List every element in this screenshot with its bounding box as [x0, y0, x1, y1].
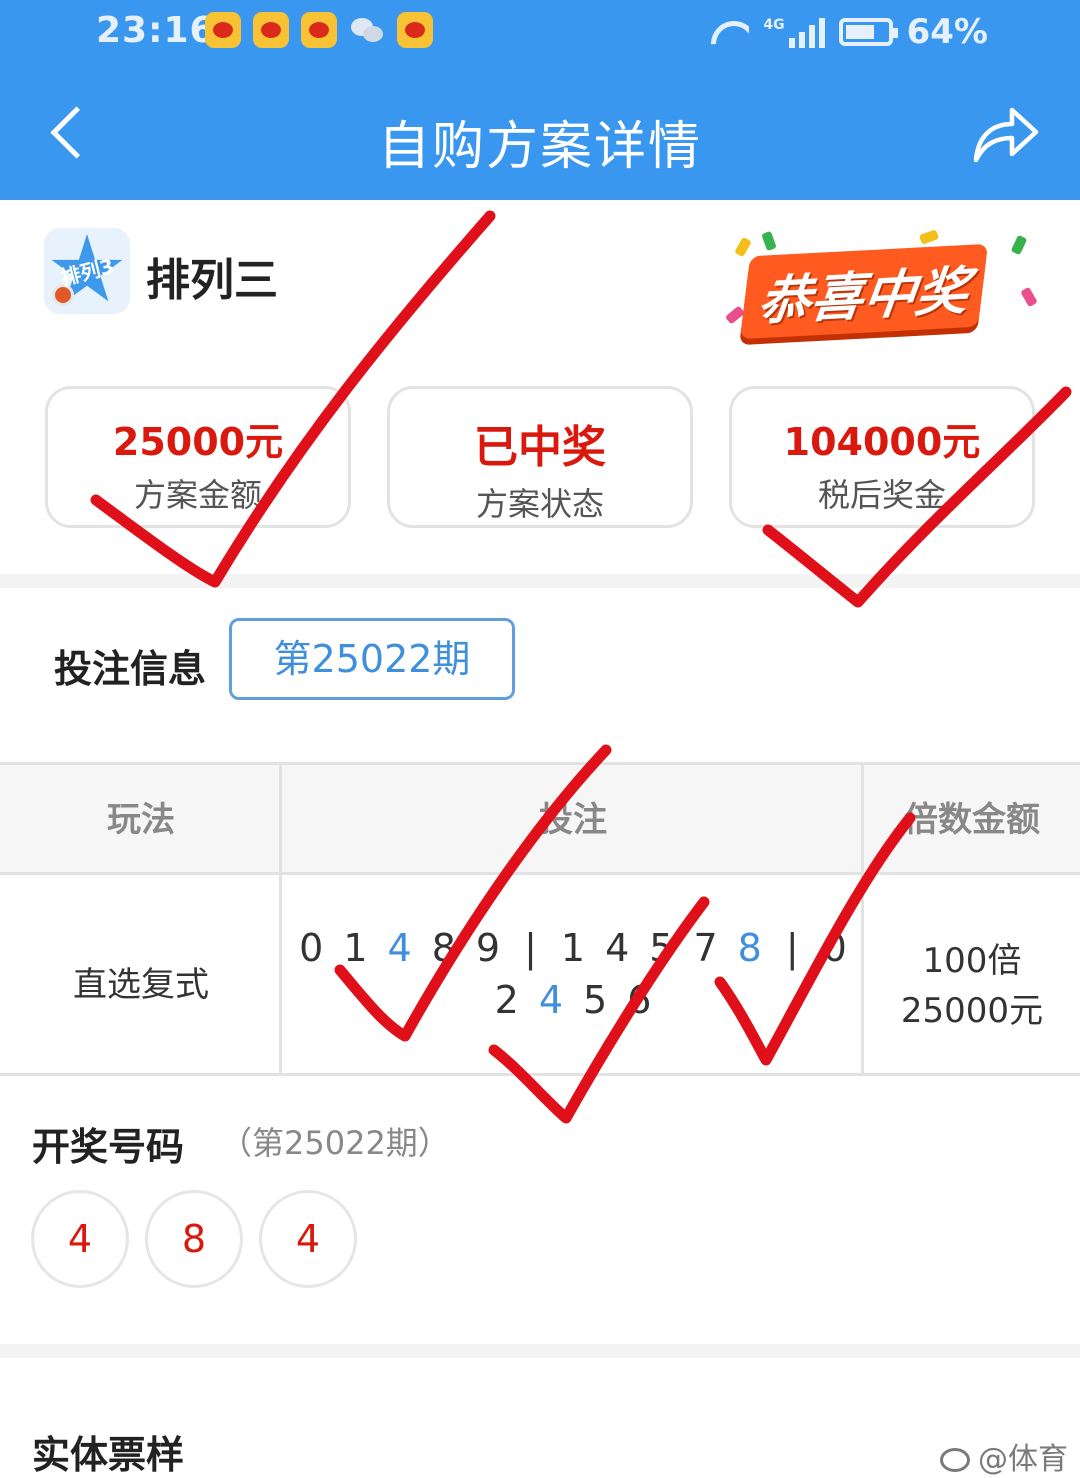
- after-tax-prize-label: 税后奖金: [817, 476, 946, 514]
- bet-digit: 1: [560, 926, 586, 970]
- plan-status-card: 已中奖 方案状态: [387, 386, 693, 528]
- bet-digit: 5: [649, 926, 674, 970]
- position-separator: |: [524, 926, 537, 970]
- bet-digit-hit: 4: [538, 978, 563, 1022]
- plan-detail-screen: 23:16 4G 64% 自购方案详情 排列3 排列三 恭喜中奖 25000元 …: [0, 0, 1080, 1478]
- plan-amount-card: 25000元 方案金额: [45, 386, 351, 528]
- weibo-icon: [301, 12, 337, 48]
- bet-numbers: 0 1 4 8 9 | 1 4 5 7 8 | 0 2456: [284, 922, 862, 1026]
- share-icon[interactable]: [970, 98, 1042, 168]
- bet-digit: 9: [475, 926, 501, 970]
- multiple-value: 100倍: [922, 941, 1022, 981]
- issue-button[interactable]: 第25022期: [229, 618, 515, 700]
- after-tax-prize-card: 104000元 税后奖金: [729, 386, 1035, 528]
- lottery-logo: 排列3: [44, 228, 130, 314]
- bet-digit: 1: [343, 926, 368, 970]
- bet-table: 玩法 投注 倍数金额 直选复式 100倍 25000元: [0, 762, 1080, 1076]
- plan-amount-label: 方案金额: [133, 476, 262, 514]
- bet-digit: 5: [583, 978, 608, 1022]
- bet-digit-hit: 4: [387, 926, 412, 970]
- battery-percent: 64%: [906, 12, 988, 52]
- section-divider: [0, 1344, 1080, 1358]
- weibo-icon: [205, 12, 241, 48]
- col-header-play: 玩法: [107, 800, 175, 840]
- play-type: 直选复式: [73, 965, 209, 1005]
- page-title: 自购方案详情: [377, 117, 702, 177]
- signal-icon: [788, 16, 825, 48]
- status-time: 23:16: [96, 10, 216, 51]
- bet-digit: 0: [299, 926, 324, 970]
- position-separator: |: [785, 926, 799, 970]
- bet-digit: 0: [822, 926, 847, 970]
- section-divider: [0, 574, 1080, 588]
- bet-numbers-line-2: 2456: [284, 974, 862, 1026]
- wechat-icon: [349, 12, 385, 48]
- draw-title: 开奖号码: [32, 1125, 185, 1169]
- col-header-bet: 投注: [539, 800, 607, 840]
- bet-digit: 7: [693, 926, 718, 970]
- col-header-multiple: 倍数金额: [904, 800, 1040, 840]
- weibo-icon: [253, 12, 289, 48]
- ticket-title: 实体票样: [32, 1433, 185, 1477]
- amount-value: 25000元: [900, 991, 1044, 1031]
- win-badge-text: 恭喜中奖: [739, 243, 989, 340]
- bet-digit: 4: [605, 926, 630, 970]
- win-badge: 恭喜中奖: [724, 228, 1044, 340]
- status-bar: 23:16 4G 64%: [0, 0, 1080, 68]
- bet-digit: 6: [627, 978, 652, 1022]
- bet-digit: 2: [494, 978, 519, 1022]
- wifi-icon: [709, 15, 749, 49]
- status-right: 4G 64%: [709, 12, 988, 52]
- bet-digit-hit: 8: [737, 926, 762, 970]
- watermark-text: @体育: [978, 1442, 1068, 1477]
- plan-status-value: 已中奖: [474, 422, 606, 473]
- bet-info-title: 投注信息: [54, 647, 207, 691]
- lottery-name: 排列三: [146, 255, 278, 306]
- draw-ball: 4: [31, 1190, 129, 1288]
- plan-amount-value: 25000元: [112, 420, 284, 464]
- notification-icons: [205, 12, 433, 48]
- battery-icon: [838, 18, 898, 46]
- app-bar: 自购方案详情: [0, 68, 1080, 200]
- bet-numbers-line-1: 0 1 4 8 9 | 1 4 5 7 8 | 0: [284, 922, 862, 974]
- draw-issue: （第25022期）: [220, 1124, 450, 1162]
- weibo-icon: [397, 12, 433, 48]
- draw-ball: 8: [145, 1190, 243, 1288]
- after-tax-prize-value: 104000元: [783, 420, 981, 464]
- watermark: @体育: [938, 1434, 1068, 1478]
- weibo-icon: [938, 1442, 972, 1472]
- bet-digit: 8: [431, 926, 456, 970]
- network-type: 4G: [763, 17, 785, 33]
- plan-status-label: 方案状态: [475, 485, 604, 523]
- logo-label: 排列3: [58, 253, 117, 291]
- draw-ball: 4: [259, 1190, 357, 1288]
